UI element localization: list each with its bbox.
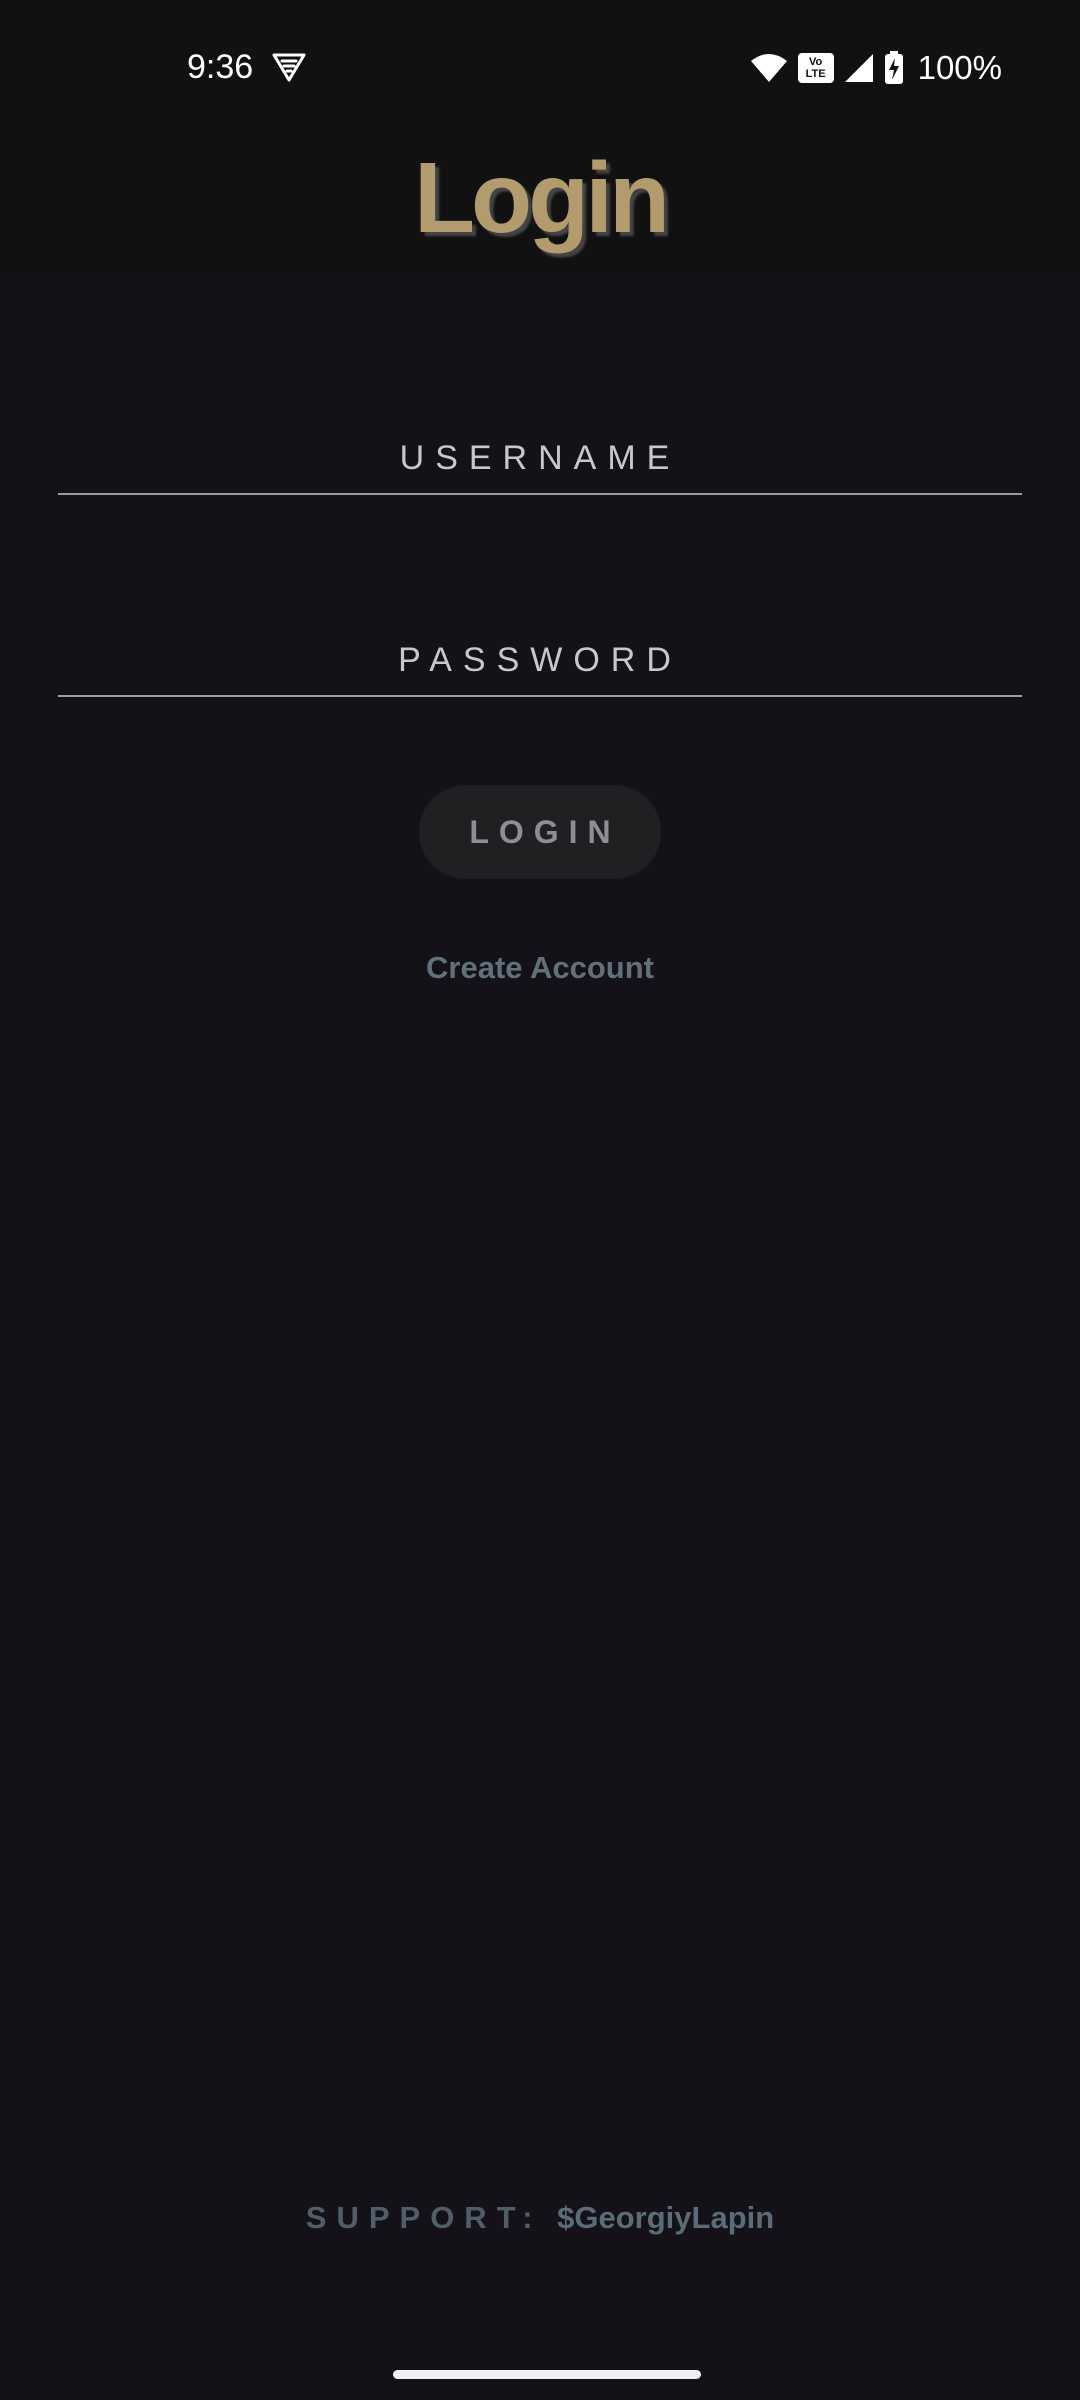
support-label: SUPPORT: (305, 2200, 543, 2235)
support-handle[interactable]: $GeorgiyLapin (557, 2200, 774, 2235)
wifi-icon (750, 54, 787, 82)
battery-percent: 100% (917, 49, 1002, 86)
status-time: 9:36 (187, 48, 254, 86)
status-icons: Vo LTE 100% (750, 46, 1002, 90)
page-title: Login (413, 142, 670, 254)
username-field[interactable] (58, 423, 1022, 495)
app-header: 9:36 Vo LTE 100% Login (0, 0, 1080, 272)
status-bar: 9:36 Vo LTE 100% (0, 0, 1080, 136)
username-input[interactable] (58, 423, 1022, 493)
vpn-shield-icon (272, 53, 306, 82)
login-button[interactable]: LOGIN (419, 785, 661, 879)
password-input[interactable] (58, 625, 1022, 695)
battery-charging-icon (884, 51, 903, 84)
cellular-signal-icon (844, 54, 873, 82)
home-indicator[interactable] (393, 2370, 701, 2379)
support-footer: SUPPORT: $GeorgiyLapin (0, 2196, 1080, 2240)
create-account-link[interactable]: Create Account (0, 946, 1080, 990)
volte-icon: Vo LTE (797, 53, 834, 83)
password-field[interactable] (58, 625, 1022, 697)
